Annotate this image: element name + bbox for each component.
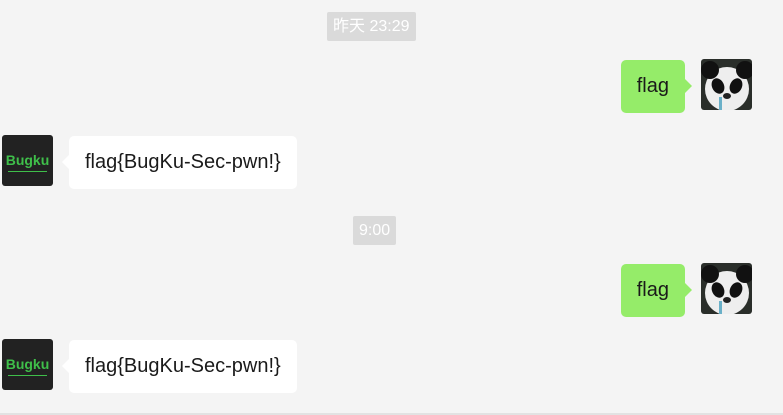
timestamp-label: 昨天 23:29 — [327, 12, 416, 41]
message-bubble-sent[interactable]: flag — [620, 264, 693, 317]
panda-avatar-icon[interactable] — [701, 263, 752, 314]
message-bubble-received[interactable]: flag{BugKu-Sec-pwn!} — [62, 340, 297, 393]
message-bubble-received[interactable]: flag{BugKu-Sec-pwn!} — [62, 136, 297, 189]
bugku-logo-text: Bugku — [6, 152, 50, 168]
chat-window: 昨天 23:29 flag Bugku flag{BugKu-Sec-pwn!}… — [0, 0, 783, 415]
bugku-logo-avatar-icon[interactable]: Bugku — [2, 339, 53, 390]
bugku-logo-text: Bugku — [6, 356, 50, 372]
bugku-logo-avatar-icon[interactable]: Bugku — [2, 135, 53, 186]
panda-avatar-icon[interactable] — [701, 59, 752, 110]
timestamp-label: 9:00 — [353, 216, 397, 245]
message-bubble-sent[interactable]: flag — [620, 60, 693, 113]
